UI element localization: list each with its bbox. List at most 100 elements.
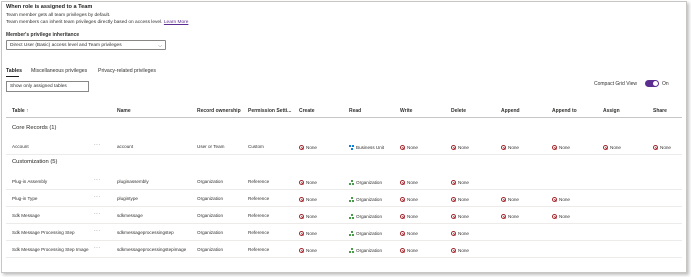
business-unit-icon [349, 145, 354, 150]
privilege-create-dropdown[interactable]: None [299, 145, 317, 150]
row-table-display-name: Plug-in Assembly [12, 179, 48, 184]
privilege-level-label: Organization [356, 214, 383, 219]
privilege-append-dropdown[interactable]: None [501, 145, 519, 150]
privilege-level-label: None [407, 214, 418, 219]
privilege-write-dropdown[interactable]: None [400, 231, 418, 236]
row-more-options-icon[interactable]: ··· [94, 211, 101, 217]
privilege-write-dropdown[interactable]: None [400, 197, 418, 202]
tab-tables[interactable]: Tables [6, 68, 22, 74]
none-icon [400, 214, 405, 219]
col-append-header[interactable]: Append [501, 108, 520, 114]
compact-grid-toggle[interactable] [645, 80, 659, 87]
tab-privacy-related-privileges[interactable]: Privacy-related privileges [98, 68, 156, 74]
none-icon [299, 248, 304, 253]
privilege-read-dropdown[interactable]: Organization [349, 214, 382, 219]
none-icon [501, 214, 506, 219]
privilege-create-dropdown[interactable]: None [299, 248, 317, 253]
none-icon [451, 248, 456, 253]
privilege-level-label: None [559, 145, 570, 150]
privilege-level-label: None [660, 145, 671, 150]
none-icon [299, 145, 304, 150]
row-more-options-icon[interactable]: ··· [94, 245, 101, 251]
none-icon [451, 180, 456, 185]
row-divider [6, 257, 682, 258]
privilege-level-label: None [559, 214, 570, 219]
privilege-write-dropdown[interactable]: None [400, 214, 418, 219]
privilege-level-label: Organization [356, 180, 383, 185]
privilege-create-dropdown[interactable]: None [299, 214, 317, 219]
learn-more-link[interactable]: Learn More [164, 20, 189, 25]
privilege-append-dropdown[interactable]: None [501, 197, 519, 202]
privilege-level-label: None [407, 248, 418, 253]
col-create-header[interactable]: Create [299, 108, 315, 114]
row-permission-settings: Reference [248, 196, 270, 201]
row-more-options-icon[interactable]: ··· [94, 228, 101, 234]
privilege-create-dropdown[interactable]: None [299, 197, 317, 202]
col-assign-header[interactable]: Assign [603, 108, 620, 114]
row-record-ownership: Organization [197, 179, 224, 184]
privilege-read-dropdown[interactable]: Organization [349, 231, 382, 236]
col-write-header[interactable]: Write [400, 108, 412, 114]
privilege-delete-dropdown[interactable]: None [451, 145, 469, 150]
description-text: Team members can inherit team privileges… [6, 20, 163, 25]
privilege-assign-dropdown[interactable]: None [603, 145, 621, 150]
privilege-level-label: None [306, 231, 317, 236]
group-customization[interactable]: Customization (5) [12, 159, 57, 165]
privilege-write-dropdown[interactable]: None [400, 248, 418, 253]
privilege-append-dropdown[interactable]: None [501, 214, 519, 219]
privilege-append-to-dropdown[interactable]: None [552, 197, 570, 202]
col-table-header[interactable]: Table ↑ [12, 108, 29, 114]
privilege-level-label: None [458, 214, 469, 219]
privilege-delete-dropdown[interactable]: None [451, 180, 469, 185]
none-icon [451, 214, 456, 219]
privilege-level-label: None [306, 145, 317, 150]
row-permission-settings: Reference [248, 179, 270, 184]
privilege-delete-dropdown[interactable]: None [451, 214, 469, 219]
privilege-read-dropdown[interactable]: Organization [349, 248, 382, 253]
privilege-create-dropdown[interactable]: None [299, 180, 317, 185]
col-delete-header[interactable]: Delete [451, 108, 466, 114]
none-icon [400, 248, 405, 253]
privilege-read-dropdown[interactable]: Organization [349, 180, 382, 185]
privilege-delete-dropdown[interactable]: None [451, 231, 469, 236]
show-assigned-tables-search[interactable]: Show only assigned tables [6, 81, 89, 92]
row-divider [6, 240, 682, 241]
row-divider [6, 206, 682, 207]
row-table-name: pluginassembly [117, 179, 149, 184]
row-record-ownership: User or Team [197, 144, 225, 149]
none-icon [603, 145, 608, 150]
row-table-name: plugintype [117, 196, 138, 201]
col-read-header[interactable]: Read [349, 108, 361, 114]
col-permission-settings-header[interactable]: Permission Setti... [248, 108, 291, 114]
organization-icon [349, 248, 354, 253]
privilege-append-to-dropdown[interactable]: None [552, 214, 570, 219]
privilege-level-label: None [508, 214, 519, 219]
privilege-read-dropdown[interactable]: Organization [349, 197, 382, 202]
row-more-options-icon[interactable]: ··· [94, 177, 101, 183]
col-name-header[interactable]: Name [117, 108, 131, 114]
row-divider [6, 223, 682, 224]
row-more-options-icon[interactable]: ··· [94, 194, 101, 200]
inheritance-dropdown[interactable]: Direct User (Basic) access level and Tea… [6, 40, 166, 50]
privilege-delete-dropdown[interactable]: None [451, 197, 469, 202]
privilege-level-label: None [508, 145, 519, 150]
chevron-down-icon: ⌵ [158, 43, 162, 49]
col-share-header[interactable]: Share [653, 108, 667, 114]
privilege-share-dropdown[interactable]: None [653, 145, 671, 150]
privilege-level-label: None [458, 231, 469, 236]
privilege-create-dropdown[interactable]: None [299, 231, 317, 236]
none-icon [451, 231, 456, 236]
group-core-records[interactable]: Core Records (1) [12, 125, 56, 131]
privilege-write-dropdown[interactable]: None [400, 180, 418, 185]
tab-miscellaneous-privileges[interactable]: Miscellaneous privileges [31, 68, 87, 74]
col-record-ownership-header[interactable]: Record ownership [197, 108, 241, 114]
privilege-write-dropdown[interactable]: None [400, 145, 418, 150]
privilege-level-label: None [458, 180, 469, 185]
col-append-to-header[interactable]: Append to [552, 108, 577, 114]
privilege-append-to-dropdown[interactable]: None [552, 145, 570, 150]
privilege-read-dropdown[interactable]: Business Unit [349, 145, 384, 150]
row-more-options-icon[interactable]: ··· [94, 142, 101, 148]
row-table-display-name: Account [12, 144, 29, 149]
privilege-delete-dropdown[interactable]: None [451, 248, 469, 253]
section-title: When role is assigned to a Team [6, 4, 93, 10]
